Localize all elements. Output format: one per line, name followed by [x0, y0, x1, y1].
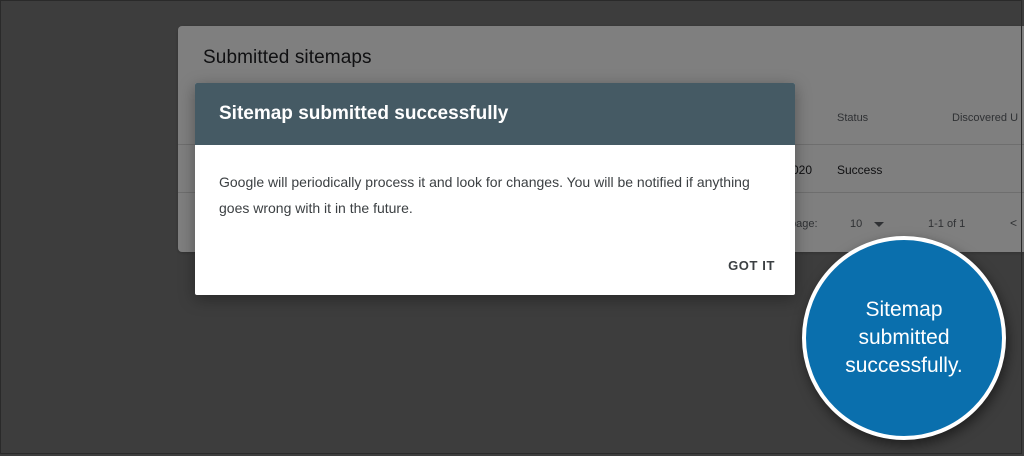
dialog-header: Sitemap submitted successfully — [195, 83, 795, 145]
callout-bubble: Sitemap submitted successfully. — [802, 236, 1006, 440]
got-it-button[interactable]: GOT IT — [726, 250, 777, 281]
dialog-message: Google will periodically process it and … — [219, 174, 750, 216]
dialog-title: Sitemap submitted successfully — [219, 103, 509, 124]
callout-text: Sitemap submitted successfully. — [845, 298, 963, 377]
sitemap-submitted-dialog: Sitemap submitted successfully Google wi… — [195, 83, 795, 295]
dialog-actions: GOT IT — [726, 250, 777, 281]
